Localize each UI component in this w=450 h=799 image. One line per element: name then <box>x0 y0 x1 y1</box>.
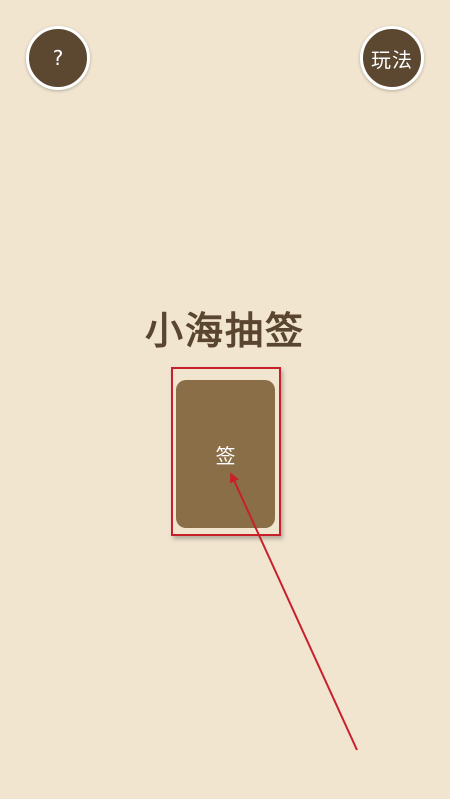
rules-button[interactable]: 玩法 <box>360 26 424 90</box>
help-button[interactable]: ? <box>26 26 90 90</box>
draw-lot-screen: ? 玩法 小海抽签 签 <box>0 0 450 799</box>
page-title: 小海抽签 <box>144 309 305 353</box>
lot-card[interactable]: 签 <box>176 380 275 528</box>
lot-card-label: 签 <box>215 443 236 468</box>
